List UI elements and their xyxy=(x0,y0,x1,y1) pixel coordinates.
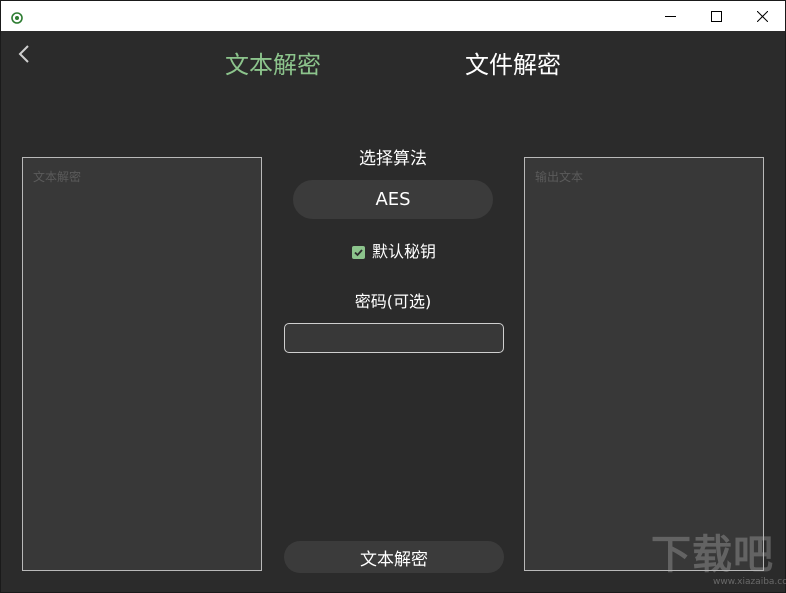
close-icon xyxy=(756,7,768,26)
default-key-checkbox[interactable] xyxy=(352,243,365,262)
checkmark-icon xyxy=(353,243,364,262)
tab-file-decrypt[interactable]: 文件解密 xyxy=(465,47,561,83)
decrypt-text-button-label: 文本解密 xyxy=(360,549,428,570)
output-text-area[interactable] xyxy=(524,157,764,571)
default-key-toggle[interactable]: 默认秘钥 xyxy=(352,241,436,263)
password-label: 密码(可选) xyxy=(354,292,432,311)
app-window: 文本解密 文件解密 选择算法 AES 默认秘钥 密码(可选) 文本解密 下载吧 … xyxy=(0,0,786,593)
back-button[interactable] xyxy=(13,41,35,67)
maximize-icon xyxy=(710,7,722,26)
tab-text-decrypt[interactable]: 文本解密 xyxy=(225,47,321,83)
algorithm-select[interactable]: AES xyxy=(293,180,493,219)
app-icon xyxy=(11,9,23,24)
minimize-icon xyxy=(664,7,676,26)
decrypt-text-button[interactable]: 文本解密 xyxy=(284,541,504,573)
watermark-url: www.xiazaiba.com xyxy=(713,577,786,587)
password-input[interactable] xyxy=(284,323,504,353)
title-bar xyxy=(1,1,785,31)
default-key-label: 默认秘钥 xyxy=(372,242,437,261)
input-text-area[interactable] xyxy=(22,157,262,571)
algorithm-selected-value: AES xyxy=(375,189,411,210)
close-button[interactable] xyxy=(739,1,785,31)
minimize-button[interactable] xyxy=(647,1,693,31)
maximize-button[interactable] xyxy=(693,1,739,31)
chevron-left-icon xyxy=(13,45,35,71)
algorithm-label: 选择算法 xyxy=(359,149,427,169)
